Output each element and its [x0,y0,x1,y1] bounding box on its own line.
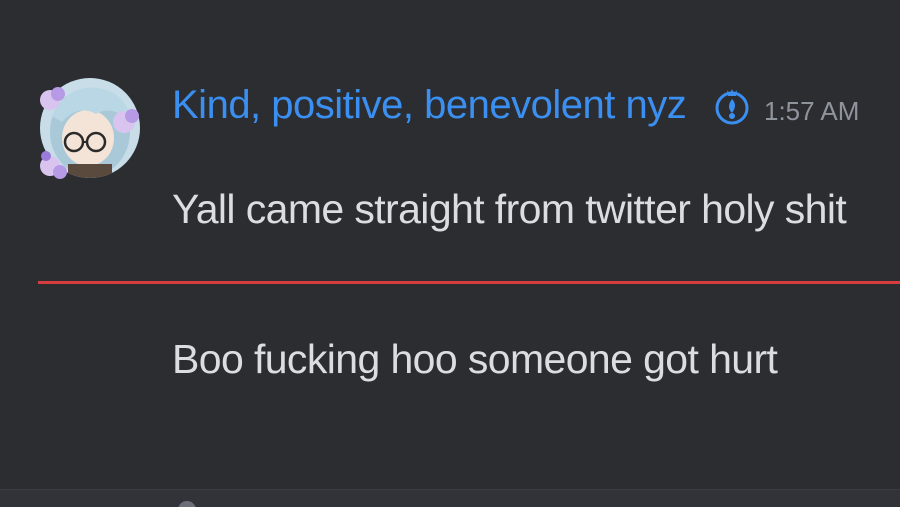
anime-character-avatar-icon [40,78,140,179]
message-timestamp[interactable]: 1:57 AM [764,96,859,126]
add-attachment-icon[interactable] [178,501,196,507]
new-messages-divider [38,281,900,284]
message-author-name[interactable]: Kind, positive, benevolent nyz [172,82,687,128]
chat-viewport: Kind, positive, benevolent nyz 1:57 AM Y… [0,0,900,507]
message-text-line: Boo fucking hoo someone got hurt [172,336,778,382]
chat-message: Kind, positive, benevolent nyz 1:57 AM Y… [0,60,900,270]
message-input-bar[interactable] [0,489,900,507]
user-avatar[interactable] [38,76,142,180]
blue-role-badge-icon[interactable] [714,87,750,127]
message-text-line: Yall came straight from twitter holy shi… [172,186,847,232]
